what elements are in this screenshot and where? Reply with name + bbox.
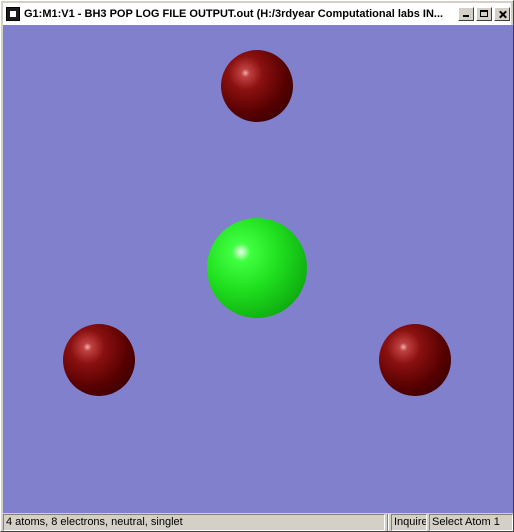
- status-bar: 4 atoms, 8 electrons, neutral, singlet I…: [3, 514, 513, 531]
- minimize-button[interactable]: [458, 7, 474, 21]
- window-title: G1:M1:V1 - BH3 POP LOG FILE OUTPUT.out (…: [24, 8, 444, 20]
- close-button[interactable]: [494, 7, 510, 21]
- app-icon[interactable]: [6, 7, 20, 21]
- hydrogen-atom-top[interactable]: [221, 50, 293, 122]
- window-controls: [456, 7, 510, 21]
- title-bar[interactable]: G1:M1:V1 - BH3 POP LOG FILE OUTPUT.out (…: [3, 3, 511, 25]
- mode-status: Inquire: [391, 514, 427, 531]
- hydrogen-atom-right[interactable]: [379, 324, 451, 396]
- maximize-button[interactable]: [476, 7, 492, 21]
- molecule-viewport[interactable]: [3, 25, 513, 513]
- status-separator: [387, 514, 389, 531]
- action-status: Select Atom 1: [429, 514, 513, 531]
- molecule-info-status: 4 atoms, 8 electrons, neutral, singlet: [3, 514, 385, 531]
- hydrogen-atom-left[interactable]: [63, 324, 135, 396]
- app-window: G1:M1:V1 - BH3 POP LOG FILE OUTPUT.out (…: [0, 0, 514, 532]
- boron-atom[interactable]: [207, 218, 307, 318]
